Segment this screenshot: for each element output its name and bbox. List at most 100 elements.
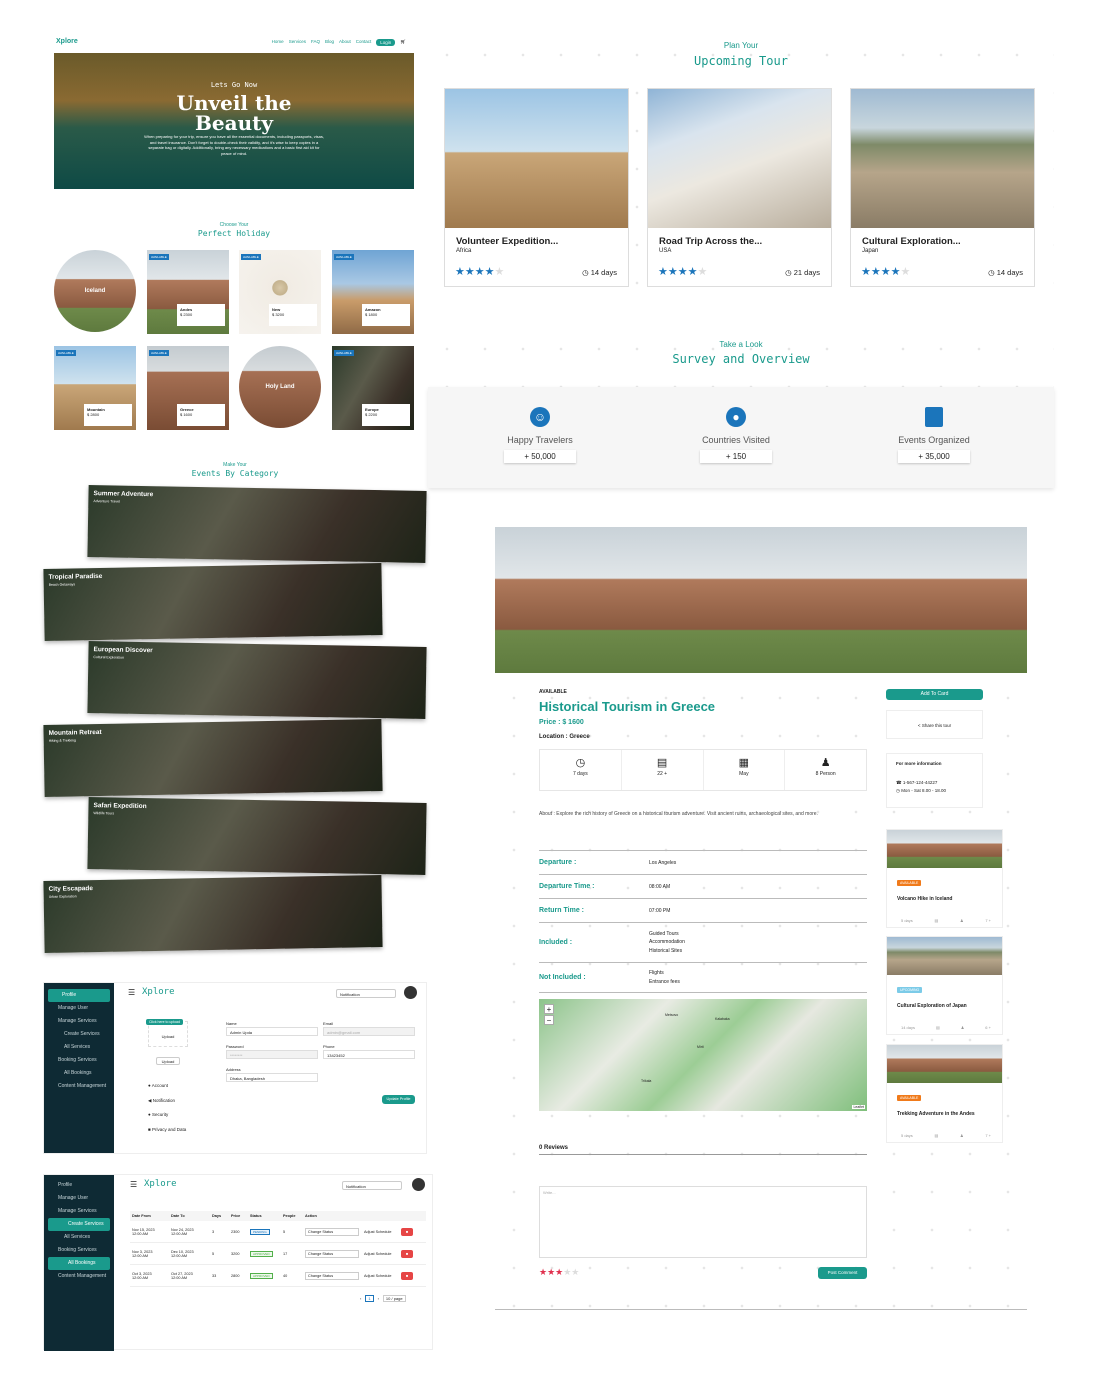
col-date-from[interactable]: Date From (130, 1211, 171, 1221)
sidebar-item-all-services[interactable]: All Services (44, 1041, 114, 1054)
menu-label: Security (151, 1112, 169, 1117)
avatar[interactable] (412, 1178, 425, 1191)
logo[interactable]: Xplore (56, 38, 78, 45)
adjust-schedule-link[interactable]: Adjust Schedule (364, 1230, 401, 1234)
name-field[interactable]: Admin Upda (226, 1027, 318, 1036)
holiday-price: $ 1800 (365, 312, 378, 317)
event-card[interactable]: City Escapade Urban Exploration (43, 875, 383, 953)
admin-logo[interactable]: Xplore (144, 1179, 177, 1189)
sidebar-item-booking-services[interactable]: Booking Services (44, 1244, 114, 1257)
holiday-greece[interactable]: AVAILABLE Greece $ 1600 (147, 346, 229, 430)
nav-faq[interactable]: FAQ (311, 39, 320, 46)
holiday-amazon[interactable]: AVAILABLE Amazon $ 1800 (332, 250, 414, 334)
change-status-select[interactable]: Change Status (305, 1227, 359, 1236)
sidebar-item-profile[interactable]: Profile (44, 1179, 114, 1192)
event-card[interactable]: European Discover Cultural Exploration (87, 641, 427, 719)
tour-card[interactable]: Cultural Exploration... Japan ★★★★★ ◷ 14… (850, 88, 1035, 287)
nav-services[interactable]: Services (289, 39, 306, 46)
menu-icon[interactable]: ☰ (130, 1180, 137, 1189)
badge-label: UPCOMING (900, 988, 920, 992)
sidebar-item-content-management[interactable]: Content Management (44, 1080, 114, 1093)
sidebar-item-manage-services[interactable]: Manage Services (44, 1015, 114, 1028)
sidebar-item-manage-services[interactable]: Manage Services (44, 1205, 114, 1218)
events-section: Make Your Events By Category Summer Adve… (40, 458, 430, 958)
update-profile-button[interactable]: Update Profile (382, 1095, 415, 1104)
change-status-select[interactable]: Change Status (305, 1249, 359, 1258)
sidebar-item-all-bookings[interactable]: All Bookings (48, 1257, 110, 1270)
adjust-schedule-link[interactable]: Adjust Schedule (364, 1252, 401, 1256)
review-stars[interactable]: ★★★★★ (539, 1267, 579, 1278)
holiday-new[interactable]: AVAILABLE New $ 3200 (239, 250, 321, 334)
tour-map[interactable]: + − Metsovo Kalabaka Mirti Trikala Leafl… (539, 999, 867, 1111)
col-date-to[interactable]: Date To (171, 1211, 212, 1221)
menu-icon[interactable]: ☰ (128, 988, 135, 997)
sidebar-item-create-services[interactable]: Create Services (44, 1028, 114, 1041)
page-size-select[interactable]: 10 / page (382, 1295, 406, 1302)
notification-select[interactable]: Notification (342, 1181, 402, 1190)
event-card[interactable]: Summer Adventure Adventure Travel (87, 485, 427, 563)
delete-button[interactable]: ■ (401, 1249, 413, 1258)
login-button[interactable]: Login (376, 39, 396, 46)
sidebar-item-content-management[interactable]: Content Management (44, 1270, 114, 1283)
admin-logo[interactable]: Xplore (142, 987, 175, 997)
menu-privacy[interactable]: ■ Privacy and Data (148, 1123, 186, 1138)
delete-button[interactable]: ■ (401, 1271, 413, 1280)
event-subtitle: Urban Exploration (48, 894, 77, 899)
share-tour-button[interactable]: < Share this tour (886, 710, 983, 739)
map-attribution[interactable]: Leaflet (852, 1105, 865, 1109)
nav-contact[interactable]: Contact (356, 39, 372, 46)
phone-field[interactable]: 13423452 (323, 1050, 415, 1059)
holiday-holy-land[interactable]: Holy Land (239, 346, 321, 428)
nav-blog[interactable]: Blog (325, 39, 334, 46)
prev-page-icon[interactable]: ‹ (360, 1296, 361, 1301)
post-comment-button[interactable]: Post Comment (818, 1267, 867, 1279)
sidebar-item-booking-services[interactable]: Booking Services (44, 1054, 114, 1067)
nav-about[interactable]: About (339, 39, 351, 46)
related-card[interactable]: AVAILABLE Trekking Adventure in the Ande… (886, 1044, 1003, 1143)
tour-detail-section: AVAILABLE Historical Tourism in Greece P… (495, 527, 1027, 1313)
avatar[interactable] (404, 986, 417, 999)
related-meta: 14 days ▤ ♟ 6 + (901, 1025, 991, 1030)
adjust-schedule-link[interactable]: Adjust Schedule (364, 1274, 401, 1278)
sidebar-item-profile[interactable]: Profile (48, 989, 110, 1002)
event-card[interactable]: Mountain Retreat Hiking & Trekking (43, 719, 383, 797)
sidebar-item-manage-user[interactable]: Manage User (44, 1192, 114, 1205)
zoom-in-button[interactable]: + (544, 1004, 554, 1014)
sidebar-item-create-services[interactable]: Create Services (48, 1218, 110, 1231)
menu-account[interactable]: ● Account (148, 1079, 186, 1094)
menu-security[interactable]: ● Security (148, 1108, 186, 1123)
menu-notification[interactable]: ◀ Notification (148, 1094, 186, 1109)
holiday-europe[interactable]: AVAILABLE Europe $ 2200 (332, 346, 414, 430)
event-card[interactable]: Tropical Paradise Beach Getaways (43, 563, 383, 641)
address-field[interactable]: Dhaka, Bangladesh (226, 1073, 318, 1082)
holiday-andes[interactable]: AVAILABLE Andes $ 2300 (147, 250, 229, 334)
sidebar-item-manage-user[interactable]: Manage User (44, 1002, 114, 1015)
admin-sidebar: Profile Manage User Manage Services Crea… (44, 1175, 114, 1351)
cell-from: Nov 3, 2023 12:00 AM (132, 1249, 153, 1258)
review-textarea[interactable]: Write... (539, 1186, 867, 1258)
password-field[interactable]: ******** (226, 1050, 318, 1059)
status-badge: AVAILABLE (897, 1095, 922, 1101)
tour-card[interactable]: Volunteer Expedition... Africa ★★★★★ ◷ 1… (444, 88, 629, 287)
nav-home[interactable]: Home (272, 39, 284, 46)
change-status-select[interactable]: Change Status (305, 1271, 359, 1280)
related-days: 5 days (901, 1133, 913, 1138)
holiday-iceland[interactable]: Iceland (54, 250, 136, 332)
notification-select[interactable]: Notification (336, 989, 396, 998)
page-number[interactable]: 1 (365, 1295, 374, 1302)
related-card[interactable]: UPCOMING Cultural Exploration of Japan 1… (886, 936, 1003, 1035)
next-page-icon[interactable]: › (378, 1296, 379, 1301)
related-card[interactable]: AVAILABLE Volcano Hike in Iceland 5 days… (886, 829, 1003, 928)
tour-card[interactable]: Road Trip Across the... USA ★★★★★ ◷ 21 d… (647, 88, 832, 287)
add-to-card-button[interactable]: Add To Card (886, 689, 983, 700)
available-badge: AVAILABLE (334, 254, 354, 260)
upload-button[interactable]: Upload (156, 1057, 180, 1065)
holiday-mountain[interactable]: AVAILABLE Mountain $ 2800 (54, 346, 136, 430)
cart-icon[interactable]: 🛒︎ (400, 39, 406, 46)
event-card[interactable]: Safari Expedition Wildlife Tours (87, 797, 427, 875)
delete-button[interactable]: ■ (401, 1227, 413, 1236)
sidebar-item-all-bookings[interactable]: All Bookings (44, 1067, 114, 1080)
email-field[interactable]: admin@gmail.com (323, 1027, 415, 1036)
sidebar-item-all-services[interactable]: All Services (44, 1231, 114, 1244)
zoom-out-button[interactable]: − (544, 1015, 554, 1025)
